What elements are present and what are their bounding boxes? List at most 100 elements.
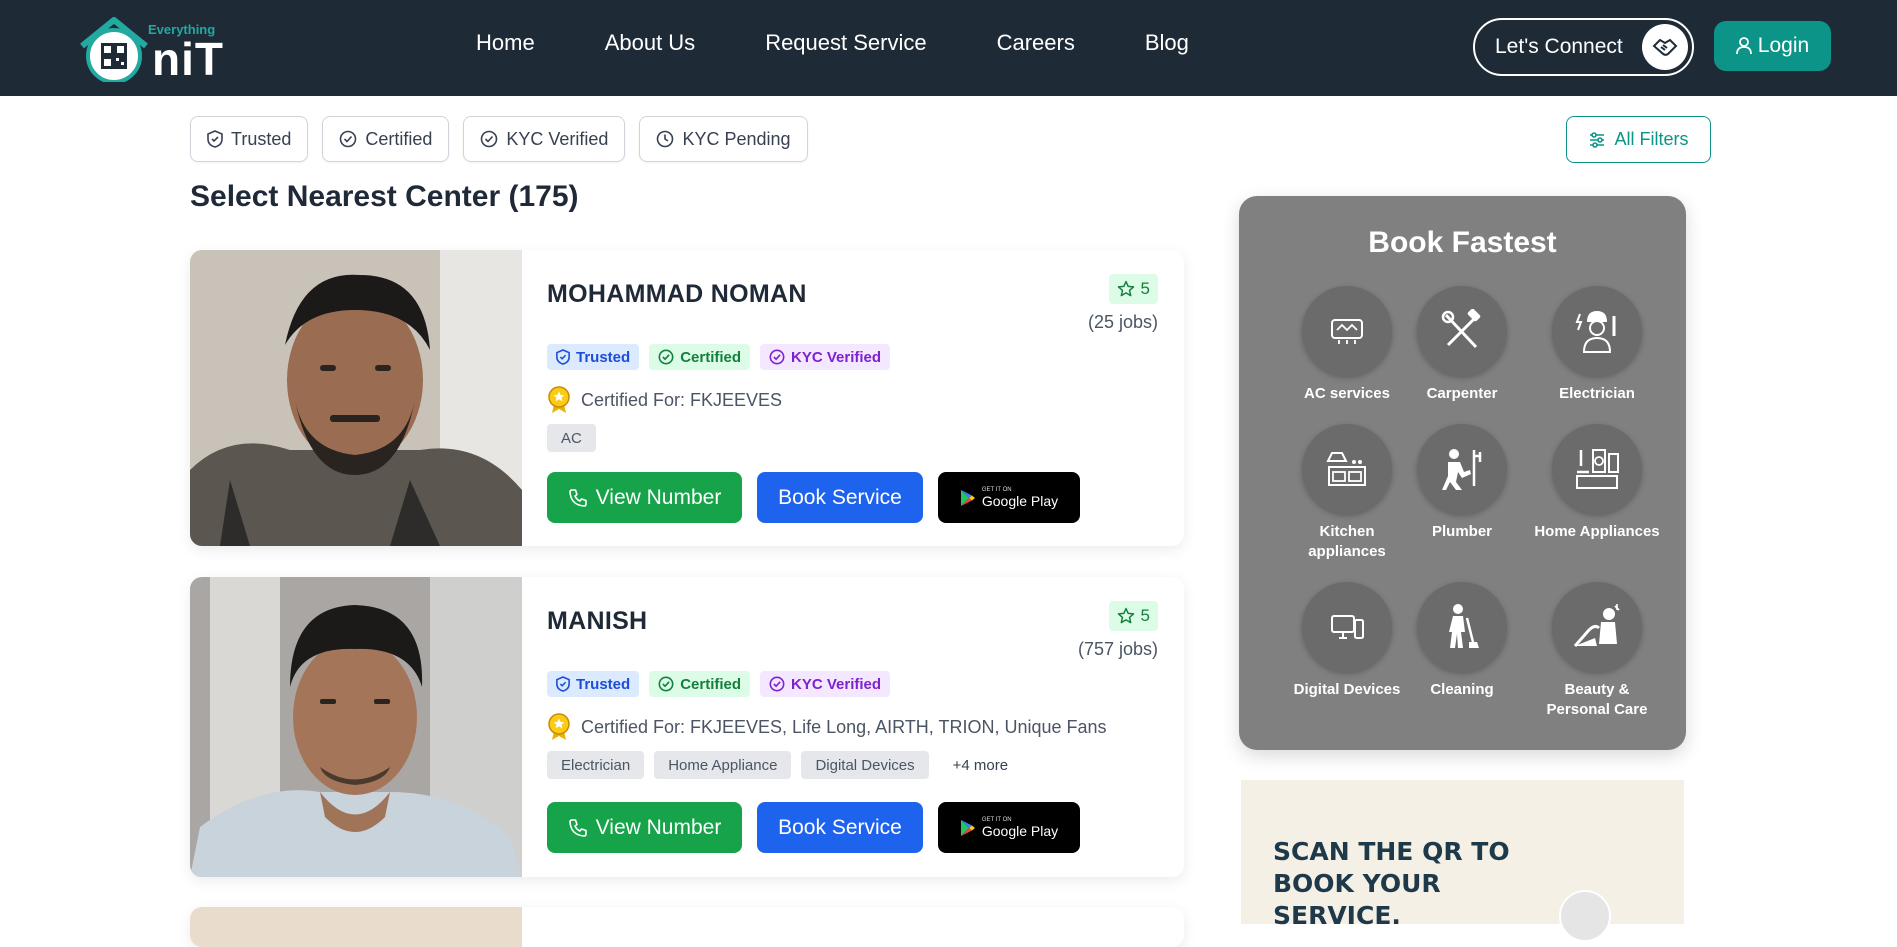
plumber-icon bbox=[1417, 424, 1507, 514]
check-circle-icon bbox=[658, 676, 674, 692]
provider-photo[interactable] bbox=[190, 577, 522, 877]
star-icon bbox=[1117, 607, 1134, 624]
service-kitchen-appliances[interactable]: Kitchen appliances bbox=[1282, 424, 1412, 562]
certified-badge: Certified bbox=[649, 344, 751, 370]
google-play-button[interactable]: GET IT ON Google Play bbox=[938, 472, 1080, 523]
qr-promo-banner[interactable]: SCAN THE QR TO BOOK YOUR SERVICE. bbox=[1241, 780, 1684, 942]
provider-name: MANISH bbox=[547, 607, 648, 635]
trusted-badge-label: Trusted bbox=[576, 675, 631, 693]
jobs-count: (25 jobs) bbox=[1087, 312, 1158, 332]
service-label: Carpenter bbox=[1426, 385, 1498, 402]
service-carpenter[interactable]: Carpenter bbox=[1397, 286, 1527, 404]
service-electrician[interactable]: Electrician bbox=[1532, 286, 1662, 404]
provider-info: MANISH 5 (757 jobs) Trusted Certified KY… bbox=[547, 577, 1184, 877]
certified-for-text: Certified For: FKJEEVES, Life Long, AIRT… bbox=[581, 716, 1107, 737]
handshake-icon bbox=[1642, 24, 1688, 70]
house-logo-icon bbox=[80, 17, 148, 82]
provider-card: MANISH 5 (757 jobs) Trusted Certified KY… bbox=[190, 577, 1184, 877]
user-icon bbox=[1735, 37, 1752, 55]
all-filters-button[interactable]: All Filters bbox=[1566, 116, 1711, 163]
service-label: Beauty & Personal Care bbox=[1546, 681, 1648, 718]
nav-home[interactable]: Home bbox=[476, 30, 535, 56]
service-cleaning[interactable]: Cleaning bbox=[1397, 582, 1527, 700]
service-ac[interactable]: AC services bbox=[1282, 286, 1412, 404]
service-beauty-personal-care[interactable]: Beauty & Personal Care bbox=[1532, 582, 1662, 720]
top-navbar: Everything niT Home About Us Request Ser… bbox=[0, 0, 1897, 96]
google-play-text: GET IT ON Google Play bbox=[982, 817, 1058, 838]
service-label: Plumber bbox=[1431, 523, 1492, 540]
book-service-button[interactable]: Book Service bbox=[757, 802, 923, 853]
more-tags-link[interactable]: +4 more bbox=[953, 757, 1008, 774]
service-digital-devices[interactable]: Digital Devices bbox=[1282, 582, 1412, 700]
check-circle-icon bbox=[481, 130, 498, 148]
nav-blog[interactable]: Blog bbox=[1145, 30, 1189, 56]
check-circle-icon bbox=[769, 676, 785, 692]
book-service-label: Book Service bbox=[778, 485, 902, 509]
service-tag: Digital Devices bbox=[801, 751, 929, 779]
kyc-verified-badge-label: KYC Verified bbox=[791, 675, 882, 693]
filter-chips: Trusted Certified KYC Verified KYC Pendi… bbox=[190, 116, 808, 162]
trusted-badge: Trusted bbox=[547, 344, 640, 370]
shield-check-icon bbox=[556, 676, 570, 692]
onit-mini-logo bbox=[1559, 890, 1611, 942]
filter-kyc-pending[interactable]: KYC Pending bbox=[639, 116, 808, 162]
service-label: Cleaning bbox=[1430, 681, 1494, 698]
onit-logo[interactable]: Everything niT bbox=[76, 12, 226, 85]
phone-icon bbox=[568, 818, 587, 837]
qr-line-3: SERVICE. bbox=[1273, 901, 1401, 930]
phone-icon bbox=[568, 488, 587, 507]
kyc-verified-badge-label: KYC Verified bbox=[791, 348, 882, 366]
login-button[interactable]: Login bbox=[1714, 21, 1831, 71]
google-play-big: Google Play bbox=[981, 493, 1059, 509]
service-home-appliances[interactable]: Home Appliances bbox=[1532, 424, 1662, 542]
certified-for-text: Certified For: FKJEEVES bbox=[581, 389, 783, 410]
provider-badges: Trusted Certified KYC Verified bbox=[547, 671, 891, 697]
service-tags: AC bbox=[547, 424, 596, 452]
devices-icon bbox=[1302, 582, 1392, 672]
view-number-button[interactable]: View Number bbox=[547, 472, 742, 523]
certified-badge-label: Certified bbox=[680, 675, 742, 693]
provider-actions: View Number Book Service GET IT ON Googl… bbox=[547, 802, 1080, 853]
all-filters-label: All Filters bbox=[1614, 129, 1689, 149]
kitchen-icon bbox=[1302, 424, 1392, 514]
google-play-icon bbox=[960, 489, 975, 506]
home-appliance-icon bbox=[1552, 424, 1642, 514]
filter-kyc-verified[interactable]: KYC Verified bbox=[463, 116, 626, 162]
qr-line-1: SCAN THE QR TO bbox=[1273, 837, 1510, 866]
ac-icon bbox=[1302, 286, 1392, 376]
book-fastest-title: Book Fastest bbox=[1368, 226, 1557, 259]
rating-badge: 5 bbox=[1108, 601, 1158, 631]
certified-for: Certified For: FKJEEVES bbox=[547, 386, 782, 414]
kyc-verified-badge: KYC Verified bbox=[760, 344, 891, 370]
provider-photo[interactable] bbox=[190, 250, 522, 546]
rating-value: 5 bbox=[1140, 606, 1150, 625]
qr-line-2: BOOK YOUR bbox=[1273, 869, 1441, 898]
filter-certified[interactable]: Certified bbox=[322, 116, 450, 162]
qr-promo-text: SCAN THE QR TO BOOK YOUR SERVICE. bbox=[1273, 836, 1510, 932]
service-label: Kitchen appliances bbox=[1308, 523, 1386, 560]
book-service-button[interactable]: Book Service bbox=[757, 472, 923, 523]
service-tags: Electrician Home Appliance Digital Devic… bbox=[547, 751, 1008, 779]
view-number-label: View Number bbox=[595, 815, 722, 839]
provider-info: MOHAMMAD NOMAN 5 (25 jobs) Trusted Certi… bbox=[547, 250, 1184, 546]
service-label: AC services bbox=[1304, 385, 1390, 402]
view-number-button[interactable]: View Number bbox=[547, 802, 742, 853]
lets-connect-button[interactable]: Let's Connect bbox=[1473, 18, 1694, 76]
certified-badge: Certified bbox=[649, 671, 751, 697]
page-title: Select Nearest Center (175) bbox=[190, 180, 579, 213]
sliders-icon bbox=[1590, 131, 1605, 148]
nav-about-us[interactable]: About Us bbox=[605, 30, 696, 56]
trusted-badge: Trusted bbox=[547, 671, 640, 697]
book-fastest-panel: Book Fastest AC services Carpenter Elect… bbox=[1239, 196, 1686, 750]
nav-request-service[interactable]: Request Service bbox=[765, 30, 926, 56]
service-label: Home Appliances bbox=[1534, 523, 1660, 540]
google-play-button[interactable]: GET IT ON Google Play bbox=[938, 802, 1080, 853]
cleaning-icon bbox=[1417, 582, 1507, 672]
filter-trusted[interactable]: Trusted bbox=[190, 116, 309, 162]
trusted-badge-label: Trusted bbox=[576, 348, 631, 366]
provider-photo[interactable] bbox=[190, 907, 522, 947]
nav-careers[interactable]: Careers bbox=[997, 30, 1075, 56]
service-plumber[interactable]: Plumber bbox=[1397, 424, 1527, 542]
provider-name: MOHAMMAD NOMAN bbox=[547, 280, 807, 308]
filter-certified-label: Certified bbox=[365, 128, 433, 149]
